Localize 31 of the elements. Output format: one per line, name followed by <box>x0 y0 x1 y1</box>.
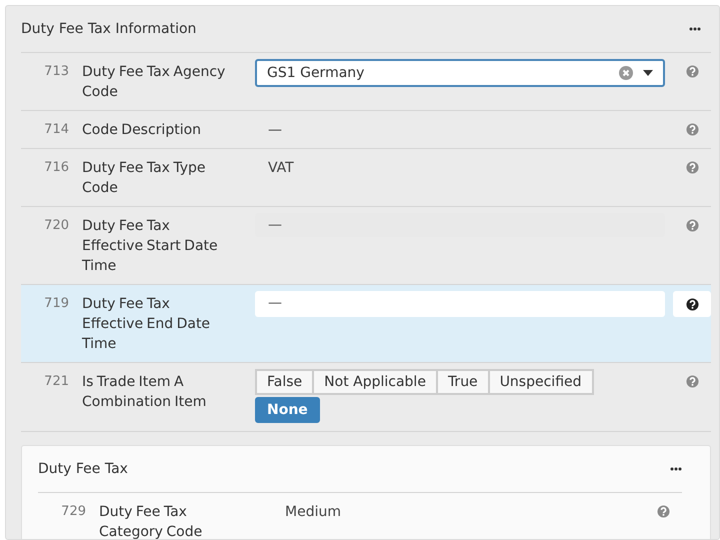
select-field[interactable]: GS1 Germany <box>255 59 665 87</box>
field-label: Is Trade Item A Combination Item <box>82 373 208 412</box>
option-button[interactable]: False <box>255 369 314 395</box>
field-label: Duty Fee Tax Effective Start Date Time <box>82 217 219 276</box>
field-number: 729 <box>60 503 86 521</box>
field-number: 714 <box>43 121 69 139</box>
field-label: Code Description <box>82 121 202 140</box>
field-number: 721 <box>43 373 69 391</box>
field-label: Duty Fee Tax Agency Code <box>82 63 226 102</box>
field-number: 716 <box>43 159 69 177</box>
date-field[interactable]: — <box>255 291 665 317</box>
caret-icon[interactable] <box>643 70 653 76</box>
field-value: VAT <box>268 160 294 176</box>
more-icon[interactable] <box>670 467 682 471</box>
option-button[interactable]: Unspecified <box>488 369 594 395</box>
section-title: Duty Fee Tax Information <box>21 21 196 37</box>
field-value: Medium <box>285 504 341 520</box>
field-label: Duty Fee Tax Type Code <box>82 159 207 198</box>
field-number: 713 <box>43 63 69 81</box>
section-title: Duty Fee Tax <box>38 461 128 477</box>
option-button[interactable]: None <box>255 397 320 423</box>
more-icon[interactable] <box>689 27 701 31</box>
option-button[interactable]: Not Applicable <box>312 369 438 395</box>
field-value: — <box>268 122 282 138</box>
field-number: 719 <box>43 295 69 313</box>
option-button[interactable]: True <box>436 369 490 395</box>
field-number: 720 <box>43 217 69 235</box>
help-icon[interactable] <box>686 298 698 310</box>
field-label: Duty Fee Tax Effective End Date Time <box>82 295 212 354</box>
clear-icon[interactable] <box>619 66 633 80</box>
field-label: Duty Fee Tax Category Code <box>99 503 204 539</box>
